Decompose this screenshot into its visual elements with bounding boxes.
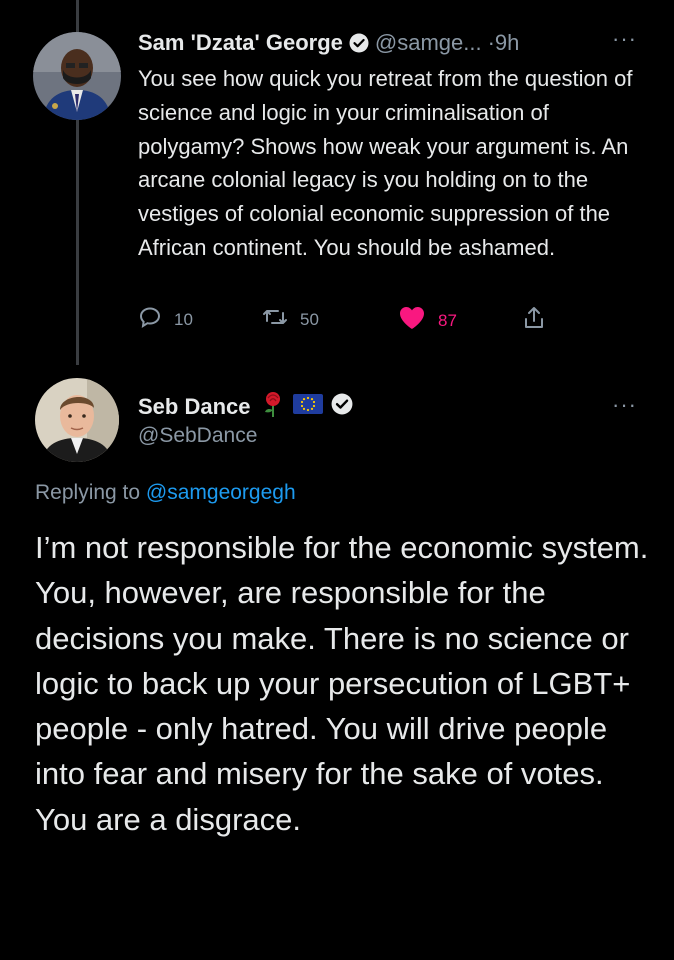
avatar-sam-george[interactable] (33, 32, 121, 120)
tweet1-handle[interactable]: @samge... (375, 30, 482, 56)
more-icon[interactable]: ··· (612, 392, 637, 418)
heart-icon (398, 305, 438, 336)
replying-to-mention-link[interactable]: @samgeorgegh (146, 481, 296, 504)
reply-button[interactable]: 10 (138, 305, 193, 334)
tweet1-timestamp[interactable]: ·9h (488, 30, 520, 56)
replying-to-label: Replying to (35, 481, 141, 504)
retweet-button[interactable]: 50 (262, 305, 319, 334)
reply-icon (138, 305, 174, 334)
verified-badge-icon (331, 393, 353, 421)
tweet1-header: Sam 'Dzata' George @samge... ·9h (138, 30, 519, 56)
share-icon (522, 305, 558, 336)
eu-flag-icon (292, 394, 323, 420)
verified-badge-icon (349, 33, 369, 53)
tweet2-text: I’m not responsible for the economic sys… (35, 530, 649, 837)
tweet2-author-name-row: Seb Dance (138, 390, 353, 424)
retweet-icon (262, 305, 300, 334)
rose-icon (261, 390, 285, 424)
replying-to-line: Replying to @samgeorgegh (35, 481, 296, 505)
tweet1-text: You see how quick you retreat from the q… (138, 66, 633, 260)
tweet2-handle[interactable]: @SebDance (138, 424, 257, 448)
share-button[interactable] (522, 305, 558, 336)
tweet1-author-name[interactable]: Sam 'Dzata' George (138, 30, 343, 56)
like-count: 87 (438, 310, 457, 330)
more-icon[interactable]: ··· (612, 26, 637, 52)
tweet1-action-bar: 10 50 87 (138, 305, 578, 339)
like-button[interactable]: 87 (398, 305, 457, 336)
avatar-seb-dance[interactable] (35, 378, 119, 462)
reply-count: 10 (174, 309, 193, 329)
retweet-count: 50 (300, 309, 319, 329)
tweet2-author-name[interactable]: Seb Dance (138, 394, 251, 420)
